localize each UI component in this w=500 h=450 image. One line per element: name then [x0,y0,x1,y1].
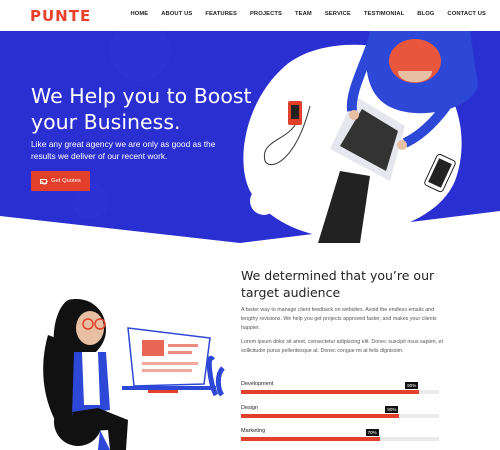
skill-label: Marketing [241,428,266,434]
progress-fill [241,414,400,418]
progress-track: 80% [241,406,439,418]
nav-service[interactable]: SERVICE [325,11,351,17]
nav-about-us[interactable]: ABOUT US [161,11,192,17]
progress-tooltip: 70% [365,429,379,436]
nav-home[interactable]: HOME [130,11,148,17]
mail-icon [40,178,48,184]
section-paragraph-2: Lorem ipsum dolor sit amet, consectetur … [241,339,443,354]
progress-track: 90% [241,382,439,394]
hero-title: We Help you to Boost your Business. [31,84,252,134]
section-paragraph-1: A faster way to manage client feedback o… [241,307,437,331]
progress-track: 70% [241,429,439,441]
nav-testimonial[interactable]: TESTIMONIAL [364,11,404,17]
nav-blog[interactable]: BLOG [417,11,434,17]
section-title: We determined that you’re our target aud… [241,268,435,300]
progress-fill [241,437,380,441]
skill-marketing: Marketing 70% [241,428,439,441]
progress-tooltip: 80% [385,406,399,413]
get-quotes-label: Get Quotes [51,178,81,184]
get-quotes-button[interactable]: Get Quotes [31,171,90,191]
main-menu: HOME ABOUT US FEATURES PROJECTS TEAM SER… [117,11,486,17]
nav-team[interactable]: TEAM [295,11,312,17]
woman-with-laptop-illustration [43,299,225,450]
top-navbar: PUNTE HOME ABOUT US FEATURES PROJECTS TE… [0,0,500,31]
brand-logo[interactable]: PUNTE [30,7,91,25]
skill-development: Development 90% [241,381,439,394]
nav-features[interactable]: FEATURES [205,11,237,17]
progress-fill [241,390,420,394]
hero-section: We Help you to Boost your Business. Like… [0,31,500,243]
hero-background [0,31,500,243]
progress-tooltip: 90% [405,382,419,389]
nav-contact-us[interactable]: CONTACT US [447,11,486,17]
nav-projects[interactable]: PROJECTS [250,11,282,17]
hero-subtitle: Like any great agency we are only as goo… [31,139,216,161]
skill-design: Design 80% [241,405,439,418]
skill-label: Design [241,405,259,411]
